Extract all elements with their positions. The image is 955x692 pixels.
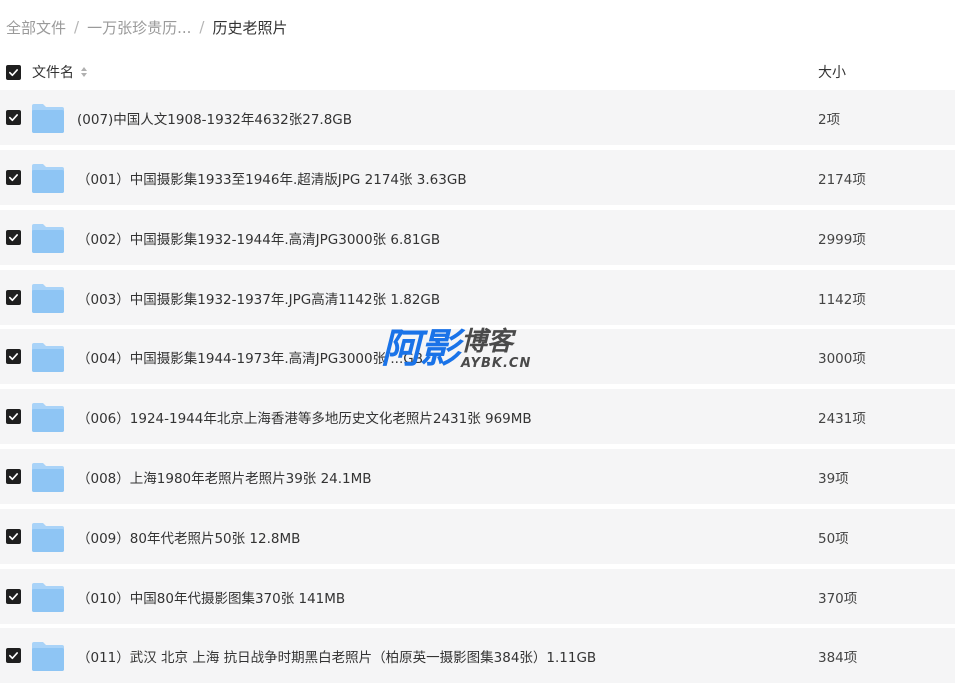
row-checkbox[interactable] [6, 589, 21, 604]
file-row[interactable]: （011）武汉 北京 上海 抗日战争时期黑白老照片（柏原英一摄影图集384张）1… [0, 628, 955, 683]
folder-icon [32, 641, 64, 671]
row-checkbox[interactable] [6, 409, 21, 424]
breadcrumb-current-folder: 历史老照片 [212, 18, 288, 37]
check-icon [9, 174, 18, 182]
check-icon [9, 593, 18, 601]
item-count: 370项 [818, 590, 858, 607]
row-checkbox[interactable] [6, 529, 21, 544]
file-name[interactable]: （001）中国摄影集1933至1946年.超清版JPG 2174张 3.63GB [77, 168, 467, 188]
check-icon [9, 533, 18, 541]
file-name[interactable]: （010）中国80年代摄影图集370张 141MB [77, 587, 345, 607]
file-row[interactable]: (007)中国人文1908-1932年4632张27.8GB 2项 [0, 90, 955, 145]
row-checkbox[interactable] [6, 230, 21, 245]
file-list-header: 文件名 大小 [0, 57, 955, 87]
file-row[interactable]: （008）上海1980年老照片老照片39张 24.1MB 39项 [0, 449, 955, 504]
folder-icon [32, 103, 64, 133]
file-name[interactable]: （006）1924-1944年北京上海香港等多地历史文化老照片2431张 969… [77, 407, 532, 427]
breadcrumb-all-files[interactable]: 全部文件 [6, 17, 66, 38]
file-name[interactable]: （003）中国摄影集1932-1937年.JPG高清1142张 1.82GB [77, 288, 440, 308]
folder-icon [32, 522, 64, 552]
row-checkbox[interactable] [6, 349, 21, 364]
file-name[interactable]: （011）武汉 北京 上海 抗日战争时期黑白老照片（柏原英一摄影图集384张）1… [77, 646, 596, 666]
item-count: 39项 [818, 470, 849, 487]
file-row[interactable]: （002）中国摄影集1932-1944年.高清JPG3000张 6.81GB 29… [0, 210, 955, 265]
file-name[interactable]: （002）中国摄影集1932-1944年.高清JPG3000张 6.81GB [77, 228, 440, 248]
check-icon [9, 652, 18, 660]
row-checkbox[interactable] [6, 290, 21, 305]
column-header-filename[interactable]: 文件名 [32, 62, 88, 82]
sort-icon[interactable] [80, 66, 88, 78]
folder-icon [32, 462, 64, 492]
row-checkbox[interactable] [6, 648, 21, 663]
item-count: 2999项 [818, 231, 866, 248]
file-name[interactable]: （009）80年代老照片50张 12.8MB [77, 527, 300, 547]
folder-icon [32, 163, 64, 193]
folder-icon [32, 342, 64, 372]
file-row[interactable]: （009）80年代老照片50张 12.8MB 50项 [0, 509, 955, 564]
item-count: 1142项 [818, 291, 866, 308]
item-count: 50项 [818, 530, 849, 547]
breadcrumb: 全部文件 / 一万张珍贵历... / 历史老照片 [6, 16, 287, 38]
file-name[interactable]: （004）中国摄影集1944-1973年.高清JPG3000张 ...GB [77, 347, 423, 367]
file-name[interactable]: (007)中国人文1908-1932年4632张27.8GB [77, 108, 352, 128]
column-header-size[interactable]: 大小 [818, 62, 846, 82]
breadcrumb-parent-folder[interactable]: 一万张珍贵历... [87, 17, 191, 38]
check-icon [9, 473, 18, 481]
item-count: 2431项 [818, 410, 866, 427]
file-row[interactable]: （004）中国摄影集1944-1973年.高清JPG3000张 ...GB 300… [0, 329, 955, 384]
item-count: 3000项 [818, 350, 866, 367]
file-row[interactable]: （003）中国摄影集1932-1937年.JPG高清1142张 1.82GB 11… [0, 270, 955, 325]
check-icon [9, 294, 18, 302]
select-all-checkbox[interactable] [6, 64, 21, 80]
row-checkbox[interactable] [6, 170, 21, 185]
breadcrumb-separator: / [74, 18, 80, 36]
row-checkbox[interactable] [6, 469, 21, 484]
file-row[interactable]: （010）中国80年代摄影图集370张 141MB 370项 [0, 569, 955, 624]
folder-icon [32, 223, 64, 253]
file-name[interactable]: （008）上海1980年老照片老照片39张 24.1MB [77, 467, 372, 487]
folder-icon [32, 283, 64, 313]
check-icon [9, 68, 18, 76]
breadcrumb-separator: / [199, 18, 205, 36]
folder-icon [32, 582, 64, 612]
item-count: 384项 [818, 649, 858, 666]
check-icon [9, 234, 18, 242]
column-header-filename-label: 文件名 [32, 65, 74, 81]
file-row[interactable]: （006）1924-1944年北京上海香港等多地历史文化老照片2431张 969… [0, 389, 955, 444]
file-row[interactable]: （001）中国摄影集1933至1946年.超清版JPG 2174张 3.63GB… [0, 150, 955, 205]
item-count: 2项 [818, 111, 841, 128]
check-icon [9, 413, 18, 421]
check-icon [9, 353, 18, 361]
item-count: 2174项 [818, 171, 866, 188]
check-icon [9, 114, 18, 122]
row-checkbox[interactable] [6, 110, 21, 125]
folder-icon [32, 402, 64, 432]
